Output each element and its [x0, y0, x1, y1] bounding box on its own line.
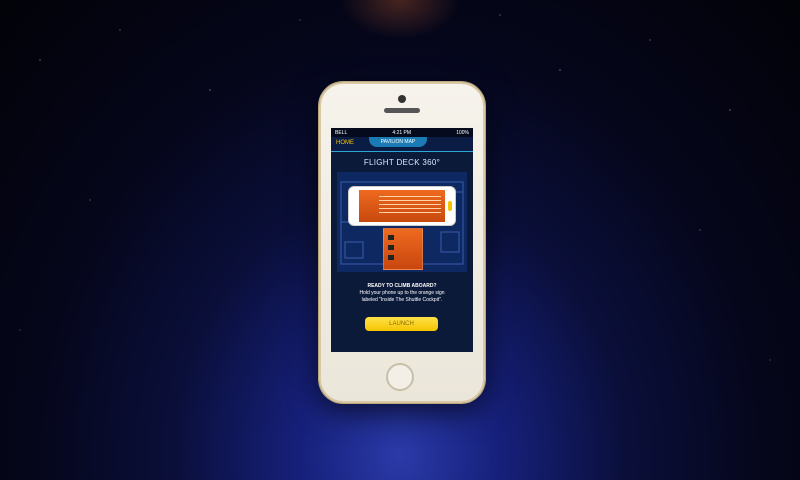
page-title: FLIGHT DECK 360° — [363, 158, 441, 167]
lens-flare — [340, 0, 460, 40]
sign-icon — [388, 235, 394, 240]
instructions-line-1: Hold your phone up to the orange sign — [359, 290, 445, 296]
sign-text-lines — [379, 196, 441, 216]
sign-icon — [388, 245, 394, 250]
phone-rotate-icon — [348, 186, 456, 226]
battery-label: 100% — [456, 129, 469, 136]
instructions: READY TO CLIMB ABOARD? Hold your phone u… — [331, 283, 473, 304]
sign-icon — [388, 255, 394, 260]
camera-icon — [398, 95, 406, 103]
instructions-heading: READY TO CLIMB ABOARD? — [367, 283, 437, 289]
launch-button[interactable]: LAUNCH — [365, 317, 438, 331]
status-time: 4:21 PM — [392, 129, 412, 136]
home-link[interactable]: HOME — [336, 140, 354, 146]
phone-screen: BELL 4:21 PM 100% HOME PAVILION MAP FLIG… — [331, 128, 473, 352]
rotated-screen — [359, 190, 445, 222]
status-bar: BELL 4:21 PM 100% — [331, 128, 473, 137]
tab-pavilion-map[interactable]: PAVILION MAP — [369, 137, 427, 147]
orange-sign — [383, 228, 423, 270]
home-button[interactable] — [386, 363, 414, 391]
speaker-grille — [384, 108, 420, 113]
carrier-label: BELL — [335, 129, 348, 136]
phone-mockup: BELL 4:21 PM 100% HOME PAVILION MAP FLIG… — [319, 82, 485, 403]
nav-bar: HOME PAVILION MAP — [331, 137, 473, 152]
orientation-indicator — [448, 201, 452, 211]
instructions-line-2: labeled "Inside The Shuttle Cockpit". — [361, 297, 443, 303]
